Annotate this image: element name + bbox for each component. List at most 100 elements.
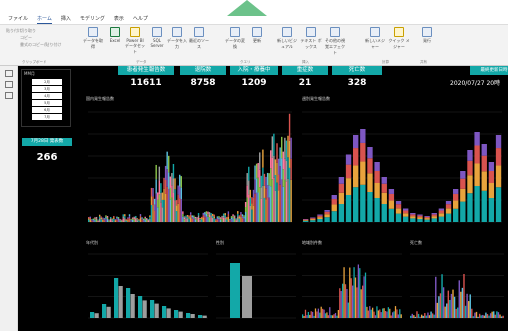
report-view-icon[interactable] (4, 70, 13, 77)
weekly-bar (481, 190, 487, 222)
death-bar (435, 276, 437, 318)
daily-bar (119, 220, 121, 222)
sql-server-button[interactable]: SQL Server (146, 27, 168, 48)
panel-title-age: 年代別 (86, 240, 98, 245)
daily-bar (108, 219, 110, 221)
transform-data-button[interactable]: データの変換 (224, 27, 246, 50)
enter-data-button[interactable]: データを入力 (166, 27, 188, 50)
region-bar (389, 308, 391, 318)
death-bar (427, 312, 429, 318)
daily-bar (229, 220, 231, 222)
tab-home[interactable]: ホーム (37, 14, 52, 24)
daily-bar (241, 214, 244, 217)
death-bar (431, 313, 434, 318)
daily-bar (152, 196, 154, 205)
daily-cases-chart[interactable] (88, 108, 292, 232)
tab-view[interactable]: 表示 (114, 14, 124, 24)
daily-bar (194, 216, 197, 219)
daily-bar (125, 219, 128, 221)
daily-bar (243, 218, 245, 222)
death-bar (444, 306, 446, 318)
daily-bar (254, 179, 256, 194)
format-painter-button[interactable]: 書式のコピー/貼り付け (20, 42, 61, 48)
age-chart[interactable] (88, 250, 208, 328)
refresh-button[interactable]: 更新 (246, 27, 268, 44)
daily-bar (282, 186, 284, 222)
weekly-bar (467, 160, 473, 176)
daily-bar (208, 212, 211, 215)
weekly-bar (431, 213, 437, 215)
daily-bar (111, 219, 113, 221)
daily-bar (175, 211, 178, 222)
slicer-item[interactable]: 3月 (32, 86, 62, 92)
kpi-value-discharged: 8758 (190, 78, 216, 88)
quick-measure-button[interactable]: クイック メジャー (388, 27, 410, 50)
cut-button[interactable]: 切り取り (20, 28, 36, 34)
daily-bar (89, 219, 91, 222)
tab-file[interactable]: ファイル (8, 14, 28, 24)
tab-help[interactable]: ヘルプ (133, 14, 148, 24)
weekly-bar (424, 219, 430, 222)
today-kpi-value: 266 (36, 152, 58, 163)
slicer-item[interactable]: 4月 (32, 93, 62, 99)
daily-bar (226, 216, 228, 219)
view-switcher (0, 66, 18, 331)
copy-button[interactable]: コピー (20, 35, 32, 41)
gender-chart[interactable] (216, 250, 296, 328)
daily-bar (142, 218, 145, 220)
gender-bar-female (242, 276, 252, 318)
recent-sources-button[interactable]: 最近のソース (188, 27, 210, 50)
slicer-item[interactable]: 6月 (32, 107, 62, 113)
death-chart[interactable] (410, 250, 504, 328)
daily-bar (249, 197, 252, 206)
daily-bar (285, 140, 288, 161)
weekly-bar (431, 214, 437, 217)
region-bar (344, 284, 347, 318)
new-visual-button[interactable]: 新しいビジュアル (276, 27, 298, 50)
tab-insert[interactable]: 挿入 (61, 14, 71, 24)
today-kpi-label: 7月28日 発表数 (22, 138, 72, 146)
data-view-icon[interactable] (4, 81, 13, 88)
daily-bar (131, 217, 134, 219)
model-view-icon[interactable] (4, 92, 13, 99)
daily-bar (160, 202, 162, 222)
death-bar (480, 315, 482, 318)
get-data-button[interactable]: データを取得 (82, 27, 104, 50)
more-visuals-button[interactable]: その他の視覚エフェクト (324, 27, 346, 56)
slicer-item[interactable]: 2月 (32, 79, 62, 85)
powerbi-dataset-button[interactable]: Power BI データセット (124, 27, 146, 55)
daily-bar (263, 197, 266, 222)
age-bar (150, 300, 155, 318)
daily-bar (169, 199, 172, 222)
weekly-bar (495, 148, 502, 166)
daily-bar (130, 220, 132, 222)
daily-bar (149, 218, 151, 222)
excel-button[interactable]: Excel (104, 27, 126, 43)
last-updated-value: 2020/07/27 20時 (450, 80, 501, 87)
weekly-bar (331, 195, 337, 200)
daily-bar (155, 179, 157, 194)
daily-bar (221, 217, 223, 219)
region-bar (346, 289, 348, 318)
publish-button[interactable]: 発行 (416, 27, 438, 44)
daily-bar (111, 218, 113, 220)
daily-bar (175, 205, 178, 212)
tab-modeling[interactable]: モデリング (80, 14, 105, 24)
month-slicer[interactable]: MM月 2月 3月 4月 5月 6月 7月 (21, 69, 71, 127)
weekly-cases-chart[interactable] (302, 108, 502, 232)
new-measure-button[interactable]: 新しいメジャー (364, 27, 386, 50)
daily-bar (276, 143, 278, 163)
daily-bar (268, 185, 270, 198)
text-box-button[interactable]: テキスト ボックス (300, 27, 322, 50)
daily-bar (97, 219, 99, 221)
death-bar (410, 315, 412, 318)
slicer-item[interactable]: 7月 (32, 114, 62, 120)
weekly-bar (310, 220, 316, 222)
region-chart[interactable] (302, 250, 402, 328)
daily-bar (164, 179, 167, 194)
daily-bar (188, 218, 190, 222)
region-bar (396, 309, 398, 318)
slicer-item[interactable]: 5月 (32, 100, 62, 106)
dataset-icon (130, 27, 140, 37)
daily-bar (136, 220, 139, 222)
